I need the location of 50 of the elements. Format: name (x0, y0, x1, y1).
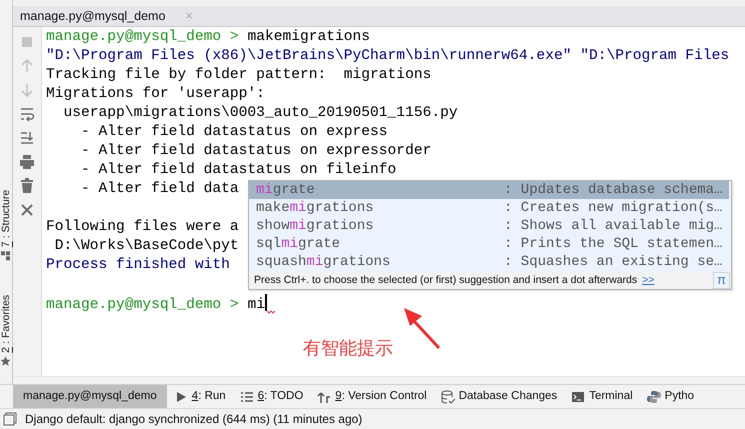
completion-item[interactable]: squashmigrations : Squashes an existing se… (249, 253, 731, 271)
console-output: Migrations for 'userapp': (46, 86, 265, 102)
completion-item[interactable]: makemigrations : Creates new migration(s… (249, 199, 731, 217)
structure-icon (0, 250, 12, 262)
tool-window-button[interactable]: Pytho (640, 385, 702, 408)
tool-window-button[interactable]: manage.py@mysql_demo (13, 385, 167, 408)
console-output: Process finished with (46, 257, 231, 273)
completion-item[interactable]: showmigrations : Shows all available mig… (249, 217, 731, 235)
console-output: - Alter field datastatus on fileinfo (80, 162, 396, 178)
text-cursor (264, 294, 267, 311)
prompt-text: manage.py@mysql_demo > (46, 29, 239, 45)
star-icon (0, 356, 12, 368)
window-icon[interactable] (3, 412, 17, 426)
tool-window-button[interactable]: Terminal (564, 385, 640, 408)
scroll-to-end-icon[interactable] (18, 129, 36, 147)
database-icon (440, 390, 455, 404)
spelling-squiggle (266, 309, 275, 316)
console-output: Following files were a (46, 219, 239, 235)
command-text: mi (247, 297, 265, 313)
completion-item[interactable]: migrate : Updates database schema… (249, 181, 729, 199)
prompt-text: manage.py@mysql_demo > (46, 297, 239, 313)
structure-panel-button[interactable]: 7 : Structure (0, 190, 12, 262)
tool-window-button[interactable]: 4: Run (166, 385, 233, 408)
print-icon[interactable] (18, 153, 36, 171)
terminal-icon (571, 390, 586, 404)
completion-hint: Press Ctrl+. to choose the selected (or first) suggestion and insert a dot afterwards (254, 272, 638, 288)
console-output: - Alter field datastatus on expressorder (80, 143, 432, 159)
annotation-text: 有智能提示 (303, 339, 393, 358)
console-output: Tracking file by folder pattern: migrations (46, 67, 432, 83)
status-text: Django default: django synchronized (644 ms) (11 minutes ago) (25, 411, 362, 428)
editor-tab[interactable]: manage.py@mysql_demo × (13, 6, 745, 26)
tool-window-button[interactable]: Database Changes (434, 385, 564, 408)
trash-icon[interactable] (18, 177, 36, 195)
console-output: - Alter field data (80, 181, 239, 197)
pi-button[interactable]: π (713, 272, 730, 288)
annotation-arrow (402, 306, 442, 350)
list-icon (240, 390, 254, 404)
more-link[interactable]: >> (642, 270, 654, 290)
version-control-icon (317, 390, 332, 404)
favorites-panel-button[interactable]: 2 : Favorites (0, 295, 12, 368)
tool-window-button[interactable]: 6: TODO (232, 385, 310, 408)
tool-window-button[interactable]: 9: Version Control (310, 385, 434, 408)
python-icon (646, 390, 661, 404)
console-output: "D:\Program Files (x86)\JetBrains\PyCharm\bin\runnerw64.exe" "D:\Program Files (46, 48, 730, 64)
horizontal-scrollbar[interactable] (13, 376, 745, 384)
console-output: userapp\migrations\0003_auto_20190501_1156.py (62, 105, 458, 121)
console-output: - Alter field datastatus on express (80, 124, 388, 140)
console-output: D:\Works\BaseCode\pyt (54, 238, 239, 254)
completion-item[interactable]: sqlmigrate : Prints the SQL statemen… (249, 235, 731, 253)
command-text: makemigrations (247, 29, 370, 45)
